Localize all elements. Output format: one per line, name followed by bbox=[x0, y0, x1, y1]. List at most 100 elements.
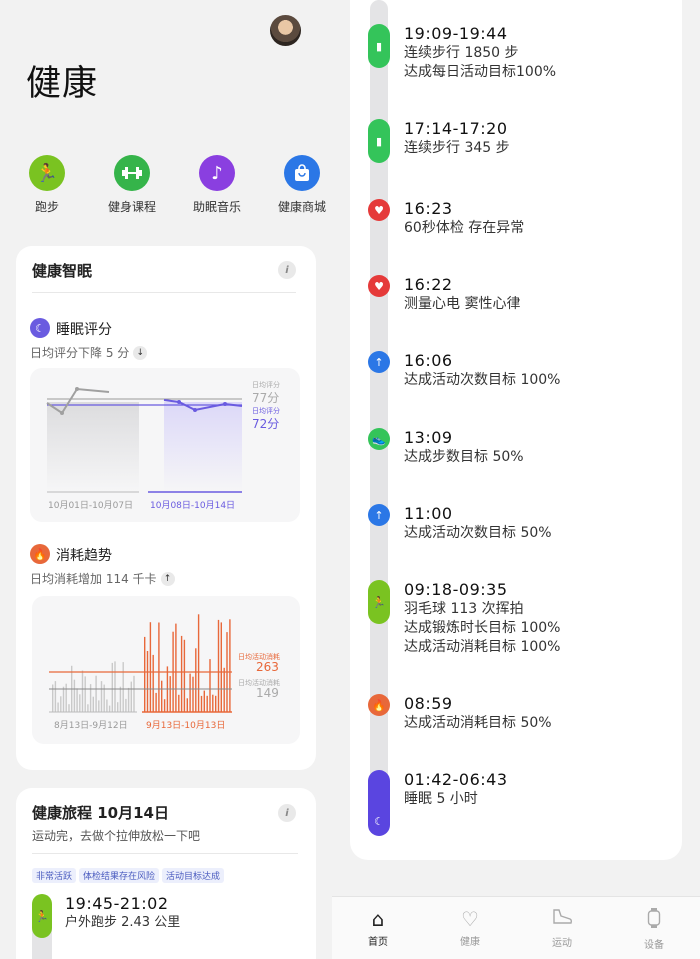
daily-burn-bar bbox=[79, 694, 81, 712]
daily-burn-bar bbox=[117, 702, 119, 712]
daily-burn-bar bbox=[108, 705, 111, 712]
shopping-bag-icon bbox=[284, 155, 320, 191]
arrow-up-icon: ↑ bbox=[368, 504, 390, 526]
shoe-icon: 👟 bbox=[368, 428, 390, 450]
sleep-score-title: 睡眠评分 bbox=[56, 322, 112, 338]
daily-burn-bar bbox=[195, 648, 197, 712]
daily-burn-bar bbox=[130, 681, 132, 712]
dumbbell-icon bbox=[114, 155, 150, 191]
entry-line: 达成每日活动目标100% bbox=[404, 64, 557, 80]
daily-burn-bar bbox=[146, 651, 149, 712]
curr-average-value: 72分 bbox=[252, 417, 280, 431]
journey-entry[interactable]: 19:45-21:02 户外跑步 2.43 公里 bbox=[65, 894, 180, 932]
daily-burn-bar bbox=[133, 675, 135, 712]
entry-line: 连续步行 1850 步 bbox=[404, 45, 519, 61]
curr-score-point bbox=[177, 400, 181, 404]
nav-label: 健康 bbox=[460, 937, 480, 948]
daily-burn-bar bbox=[92, 696, 94, 712]
daily-burn-bar bbox=[183, 639, 186, 712]
sleep-score-subtitle-text: 日均评分下降 5 分 bbox=[30, 346, 130, 360]
daily-burn-bar bbox=[161, 680, 163, 712]
quick-action-label: 助眠音乐 bbox=[192, 200, 241, 214]
daily-burn-bar bbox=[200, 695, 203, 712]
moon-icon: ☾ bbox=[30, 318, 50, 338]
sleep-score-chart: 日均评分 77分 日均评分 72分 10月01日-10月07日 10月08日-1… bbox=[30, 368, 300, 522]
divider bbox=[32, 292, 296, 293]
entry-line: 睡眠 5 小时 bbox=[404, 791, 478, 807]
tag: 活动目标达成 bbox=[162, 868, 225, 883]
nav-label: 设备 bbox=[644, 940, 664, 951]
daily-burn-bar bbox=[155, 692, 157, 712]
prev-period-area bbox=[47, 402, 139, 492]
daily-burn-bar bbox=[152, 654, 154, 712]
daily-burn-bar bbox=[175, 623, 177, 712]
burn-trend-chart: 日均活动消耗 263 日均活动消耗 149 8月13日-9月12日 9月13日-… bbox=[32, 596, 300, 744]
health-journey-card: 健康旅程 10月14日 i 运动完，去做个拉伸放松一下吧 非常活跃 体检结果存在风… bbox=[16, 788, 316, 959]
entry-line: 羽毛球 113 次挥拍 bbox=[404, 601, 524, 617]
daily-burn-bar bbox=[178, 694, 180, 712]
daily-burn-bar bbox=[76, 688, 78, 712]
daily-burn-bar bbox=[189, 673, 191, 712]
nav-home[interactable]: ⌂ 首页 bbox=[348, 907, 408, 948]
tag-list: 非常活跃 体检结果存在风险 活动目标达成 bbox=[32, 864, 227, 883]
heart-pulse-icon: ♥ bbox=[368, 275, 390, 297]
entry-time: 16:06 bbox=[404, 351, 453, 370]
prev-score-point bbox=[60, 411, 64, 415]
running-icon: 🏃 bbox=[32, 894, 52, 938]
daily-burn-bar bbox=[217, 619, 220, 712]
left-panel: 健康 🏃 跑步 健身课程 ♪ 助眠音乐 健康商城 健康智眠 i ☾ 睡眠评分 日… bbox=[0, 0, 332, 959]
watch-icon bbox=[624, 907, 684, 934]
burn-trend-subtitle: 日均消耗增加 114 千卡 ↑ bbox=[30, 570, 175, 587]
arrow-down-icon: ↓ bbox=[133, 345, 148, 360]
avatar[interactable] bbox=[270, 15, 301, 46]
curr-average-value: 263 bbox=[256, 660, 279, 674]
daily-burn-bar bbox=[119, 686, 122, 712]
entry-time: 19:45-21:02 bbox=[65, 894, 169, 913]
quick-action-label: 健康商城 bbox=[277, 200, 326, 214]
entry-time: 16:22 bbox=[404, 275, 453, 294]
entry-time: 08:59 bbox=[404, 694, 453, 713]
daily-burn-bar bbox=[158, 622, 160, 712]
moon-icon: ☾ bbox=[368, 770, 390, 836]
bottom-nav: ⌂ 首页 ♡ 健康 运动 设备 bbox=[332, 896, 700, 959]
entry-time: 09:18-09:35 bbox=[404, 580, 508, 599]
daily-burn-bar bbox=[81, 670, 84, 712]
entry-line: 户外跑步 2.43 公里 bbox=[65, 915, 181, 930]
entry-time: 13:09 bbox=[404, 428, 453, 447]
daily-burn-bar bbox=[54, 681, 57, 712]
daily-burn-bar bbox=[169, 676, 171, 712]
entry-time: 01:42-06:43 bbox=[404, 770, 508, 789]
entry-time: 19:09-19:44 bbox=[404, 24, 508, 43]
quick-action-store[interactable]: 健康商城 bbox=[262, 155, 342, 215]
nav-sport[interactable]: 运动 bbox=[532, 907, 592, 949]
entry-line: 达成活动次数目标 50% bbox=[404, 525, 552, 541]
daily-burn-bar bbox=[57, 702, 59, 712]
page-title: 健康 bbox=[26, 64, 99, 104]
entry-line: 达成步数目标 50% bbox=[404, 449, 524, 465]
shoe-outline-icon bbox=[532, 907, 592, 932]
daily-burn-bar bbox=[98, 700, 100, 712]
nav-health[interactable]: ♡ 健康 bbox=[440, 907, 500, 948]
card-title: 健康旅程 10月14日 bbox=[32, 802, 169, 823]
quick-action-fitness[interactable]: 健身课程 bbox=[92, 155, 172, 215]
info-icon[interactable]: i bbox=[278, 804, 296, 822]
tag: 体检结果存在风险 bbox=[79, 868, 160, 883]
daily-burn-bar bbox=[203, 690, 205, 712]
daily-burn-bar bbox=[60, 696, 62, 712]
prev-range-label: 8月13日-9月12日 bbox=[54, 721, 128, 731]
curr-score-point bbox=[193, 408, 197, 412]
daily-burn-bar bbox=[229, 619, 231, 712]
entry-time: 11:00 bbox=[404, 504, 453, 523]
prev-average-value: 149 bbox=[256, 686, 279, 700]
daily-burn-bar bbox=[68, 704, 70, 712]
quick-action-sleep-music[interactable]: ♪ 助眠音乐 bbox=[177, 155, 257, 215]
info-icon[interactable]: i bbox=[278, 261, 296, 279]
curr-period-area bbox=[164, 402, 242, 492]
nav-label: 运动 bbox=[552, 938, 572, 949]
daily-burn-bar bbox=[215, 695, 217, 712]
quick-action-running[interactable]: 🏃 跑步 bbox=[7, 155, 87, 215]
nav-device[interactable]: 设备 bbox=[624, 907, 684, 951]
prev-average-value: 77分 bbox=[252, 391, 280, 405]
quick-action-label: 跑步 bbox=[34, 200, 59, 214]
daily-burn-bar bbox=[212, 694, 214, 712]
